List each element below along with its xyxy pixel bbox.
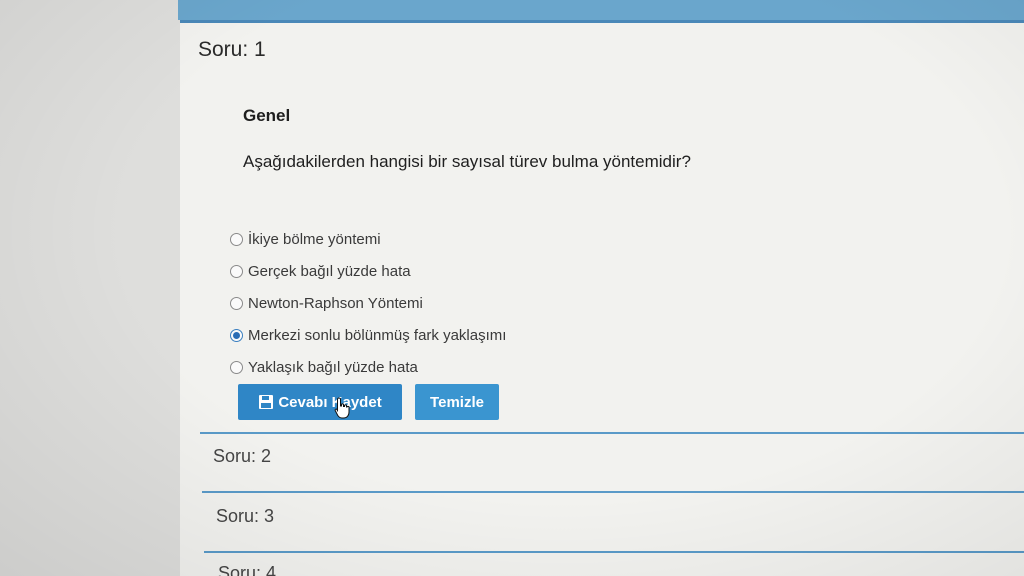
header-bar bbox=[178, 0, 1024, 20]
radio-button[interactable] bbox=[230, 232, 243, 246]
panel-top-border bbox=[180, 20, 1024, 23]
answer-option-2[interactable]: Gerçek bağıl yüzde hata bbox=[230, 255, 506, 287]
radio-button[interactable] bbox=[230, 264, 243, 278]
question-panel: Soru: 1 Genel Aşağıdakilerden hangisi bi… bbox=[180, 20, 1024, 576]
question-text: Aşağıdakilerden hangisi bir sayısal türe… bbox=[243, 152, 691, 171]
screen: Soru: 1 Genel Aşağıdakilerden hangisi bi… bbox=[0, 0, 1024, 576]
answer-option-5[interactable]: Yaklaşık bağıl yüzde hata bbox=[230, 351, 506, 383]
divider bbox=[200, 432, 1024, 434]
answer-option-label: Newton-Raphson Yöntemi bbox=[248, 294, 423, 312]
radio-button[interactable] bbox=[230, 360, 243, 374]
radio-button[interactable] bbox=[230, 296, 243, 310]
question-category: Genel bbox=[243, 106, 291, 125]
floppy-disk-icon bbox=[259, 395, 274, 409]
divider bbox=[202, 491, 1024, 493]
answer-options: İkiye bölme yöntemi Gerçek bağıl yüzde h… bbox=[230, 223, 506, 383]
clear-label: Temizle bbox=[430, 393, 484, 411]
radio-button-selected[interactable] bbox=[230, 328, 243, 342]
divider bbox=[204, 551, 1024, 553]
save-answer-button[interactable]: Cevabı Kaydet bbox=[238, 384, 402, 420]
hand-pointer-icon bbox=[334, 397, 350, 419]
question-title: Soru: 1 bbox=[198, 38, 266, 61]
clear-button[interactable]: Temizle bbox=[415, 384, 499, 420]
answer-option-label: Gerçek bağıl yüzde hata bbox=[248, 262, 411, 280]
save-answer-label: Cevabı Kaydet bbox=[278, 393, 382, 411]
question-4-header[interactable]: Soru: 4 bbox=[218, 563, 276, 576]
answer-option-label: Merkezi sonlu bölünmüş fark yaklaşımı bbox=[248, 326, 507, 344]
answer-option-1[interactable]: İkiye bölme yöntemi bbox=[230, 223, 506, 255]
question-2-header[interactable]: Soru: 2 bbox=[213, 446, 271, 467]
answer-option-4[interactable]: Merkezi sonlu bölünmüş fark yaklaşımı bbox=[230, 319, 506, 351]
question-3-header[interactable]: Soru: 3 bbox=[216, 506, 274, 527]
answer-option-label: İkiye bölme yöntemi bbox=[248, 230, 381, 248]
answer-option-label: Yaklaşık bağıl yüzde hata bbox=[248, 358, 418, 376]
answer-option-3[interactable]: Newton-Raphson Yöntemi bbox=[230, 287, 506, 319]
